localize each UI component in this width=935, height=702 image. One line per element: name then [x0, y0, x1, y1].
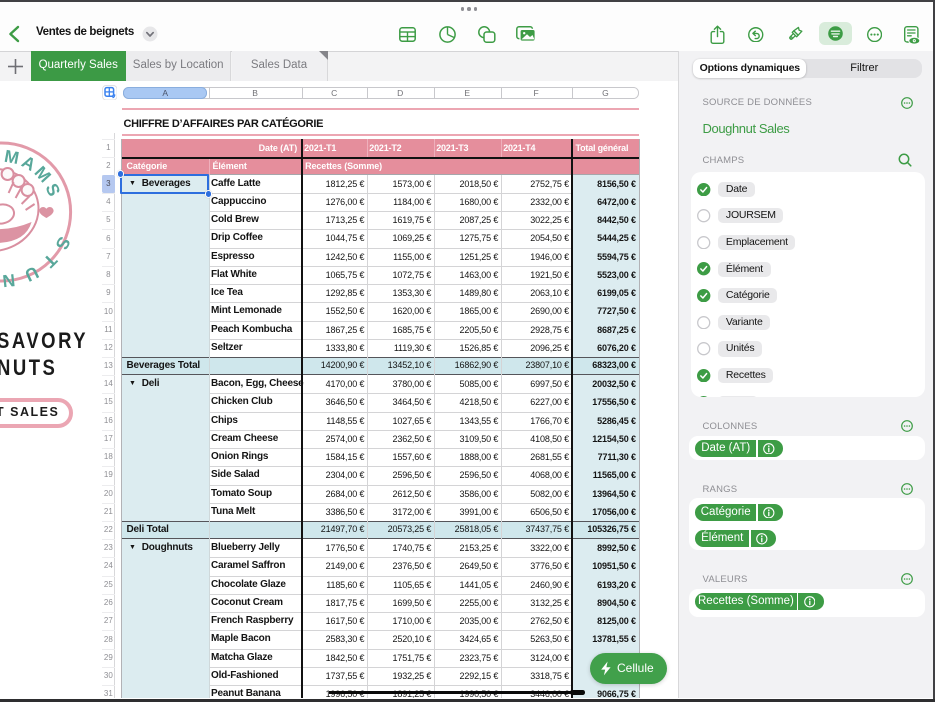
svg-text:M: M [3, 146, 21, 168]
svg-text:U: U [22, 262, 42, 286]
svg-text:S: S [52, 234, 75, 253]
svg-text:N: N [1, 270, 16, 291]
svg-text:S: S [41, 180, 64, 199]
